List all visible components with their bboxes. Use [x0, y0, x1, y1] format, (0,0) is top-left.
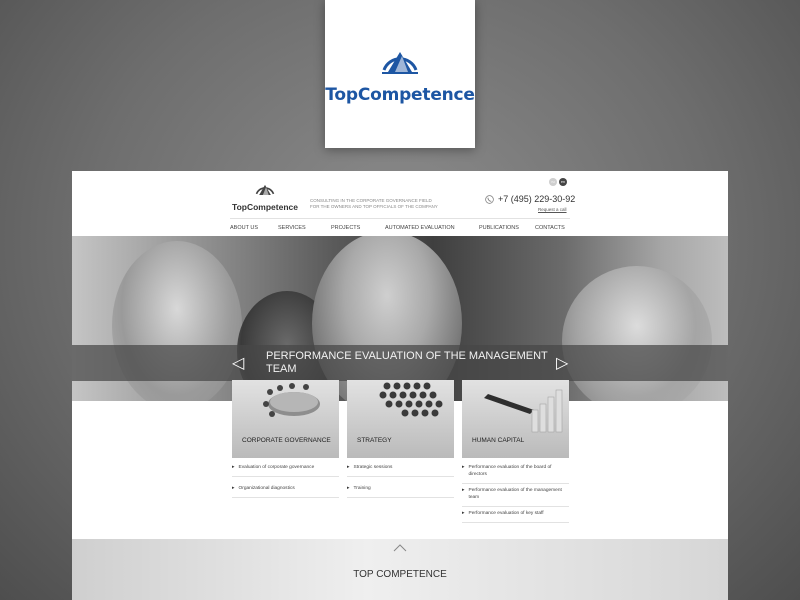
service-card-corporate-governance[interactable]: CORPORATE GOVERNANCE	[232, 380, 339, 458]
nav-item-projects[interactable]: PROJECTS	[331, 225, 360, 231]
service-links-corporate-governance: ▸ Evaluation of corporate governance ▸ Org…	[232, 461, 339, 498]
list-item[interactable]: ▸ Performance evaluation of the board of …	[462, 461, 569, 484]
request-call-link[interactable]: Request a call	[538, 207, 567, 212]
header-tagline: CONSULTING IN THE CORPORATE GOVERNANCE F…	[310, 198, 438, 209]
service-card-strategy[interactable]: STRATEGY	[347, 380, 454, 458]
bullet-arrow-icon: ▸	[462, 510, 465, 516]
lang-ru-button[interactable]: ru	[549, 178, 557, 186]
list-item[interactable]: ▸ Strategic sessions	[347, 461, 454, 477]
brand-logo-text: TopCompetence	[325, 85, 475, 105]
nav-item-contacts[interactable]: CONTACTS	[535, 225, 565, 231]
list-item[interactable]: ▸ Training	[347, 482, 454, 498]
footer-section: TOP COMPETENCE	[72, 539, 728, 600]
bullet-arrow-icon: ▸	[232, 485, 235, 491]
card-label: HUMAN CAPITAL	[472, 437, 525, 444]
logo-card: TopCompetence	[325, 0, 475, 148]
nav-item-about-us[interactable]: ABOUT US	[230, 225, 258, 231]
chess-pieces-image	[379, 382, 443, 417]
bullet-arrow-icon: ▸	[347, 485, 350, 491]
list-item[interactable]: ▸ Organizational diagnostics	[232, 482, 339, 498]
card-label: STRATEGY	[357, 437, 392, 444]
bullet-arrow-icon: ▸	[232, 464, 235, 470]
language-switcher: ru en	[549, 178, 567, 186]
header-logo[interactable]: TopCompetence	[230, 179, 300, 212]
nav-item-services[interactable]: SERVICES	[278, 225, 306, 231]
lang-en-button[interactable]: en	[559, 178, 567, 186]
logo-mark-icon	[255, 184, 275, 195]
nav-item-automated-evaluation[interactable]: AUTOMATED EVALUATION	[385, 225, 455, 231]
hero-caption-title: PERFORMANCE EVALUATION OF THE MANAGEMENT…	[266, 350, 548, 375]
bullet-arrow-icon: ▸	[347, 464, 350, 470]
footer-title: TOP COMPETENCE	[353, 569, 447, 580]
site-header: TopCompetence CONSULTING IN THE CORPORAT…	[72, 171, 728, 235]
service-card-human-capital[interactable]: HUMAN CAPITAL	[462, 380, 569, 458]
boardroom-table-image	[263, 383, 320, 417]
phone-icon	[485, 194, 494, 204]
phone-block: +7 (495) 229-30-92	[485, 194, 575, 204]
card-label: CORPORATE GOVERNANCE	[242, 437, 331, 444]
website-mockup: TopCompetence CONSULTING IN THE CORPORAT…	[72, 171, 728, 600]
bullet-arrow-icon: ▸	[462, 487, 465, 493]
scroll-up-chevron-icon[interactable]	[393, 544, 407, 552]
hero-caption-bar: ◁ PERFORMANCE EVALUATION OF THE MANAGEME…	[72, 345, 728, 381]
main-nav: ABOUT US SERVICES PROJECTS AUTOMATED EVA…	[230, 218, 570, 236]
header-brand-text: TopCompetence	[232, 202, 298, 212]
growth-bars-image	[484, 389, 563, 433]
list-item[interactable]: ▸ Evaluation of corporate governance	[232, 461, 339, 477]
nav-item-publications[interactable]: PUBLICATIONS	[479, 225, 519, 231]
list-item[interactable]: ▸ Performance evaluation of key staff	[462, 507, 569, 523]
hero-slider: ◁ PERFORMANCE EVALUATION OF THE MANAGEME…	[72, 236, 728, 401]
slider-next-arrow-icon[interactable]: ▷	[556, 353, 568, 373]
slider-prev-arrow-icon[interactable]: ◁	[232, 353, 244, 373]
logo-mark-icon	[378, 40, 422, 81]
service-links-human-capital: ▸ Performance evaluation of the board of …	[462, 461, 569, 523]
list-item[interactable]: ▸ Performance evaluation of the managemen…	[462, 484, 569, 507]
bullet-arrow-icon: ▸	[462, 464, 465, 470]
service-links-strategy: ▸ Strategic sessions ▸ Training	[347, 461, 454, 498]
phone-number: +7 (495) 229-30-92	[498, 194, 576, 204]
